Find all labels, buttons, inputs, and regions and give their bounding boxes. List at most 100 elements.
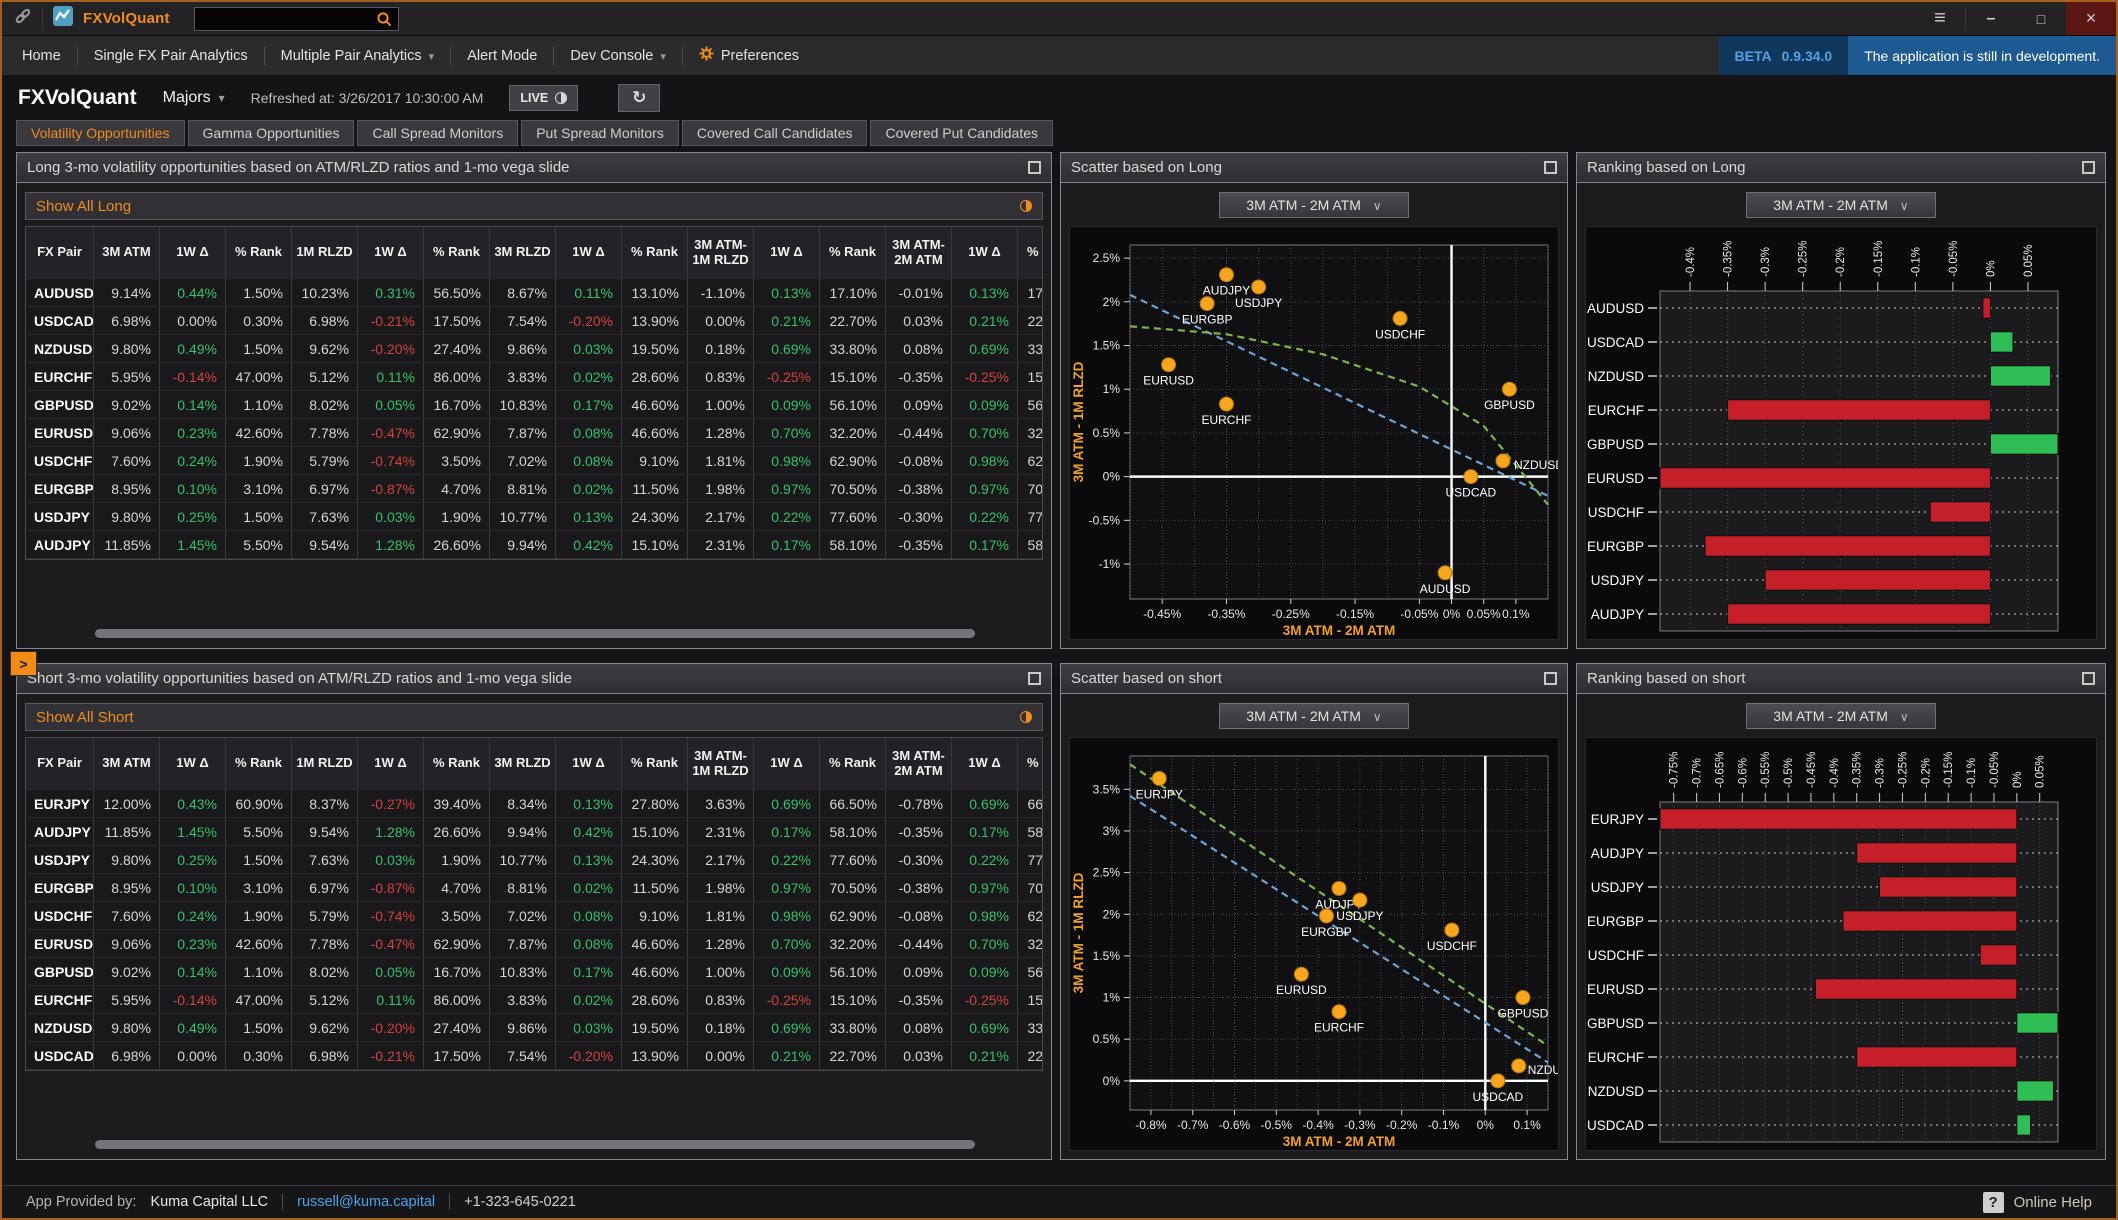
measure-dropdown[interactable]: 3M ATM - 2M ATM — [1219, 703, 1409, 729]
ranking-bar[interactable] — [1727, 603, 1991, 625]
ranking-bar[interactable] — [1815, 978, 2018, 1000]
table-row[interactable]: AUDJPY 11.85% 1.45% 5.50% 9.54% 1.28% 26.60% 9.… — [26, 531, 1042, 559]
tab-call-spread-monitors[interactable]: Call Spread Monitors — [357, 120, 519, 146]
maximize-panel-icon[interactable] — [1028, 161, 1041, 174]
ranking-bar[interactable] — [2016, 1114, 2032, 1136]
measure-dropdown[interactable]: 3M ATM - 2M ATM — [1746, 192, 1936, 218]
search-icon[interactable] — [376, 11, 393, 33]
column-header[interactable]: FX Pair — [26, 227, 94, 279]
column-header[interactable]: % Rank — [226, 738, 292, 790]
column-header[interactable]: % Rank — [424, 738, 490, 790]
refresh-button[interactable] — [618, 84, 661, 112]
scatter-point[interactable] — [1251, 279, 1267, 295]
nav-item-multiple-pair-analytics[interactable]: Multiple Pair Analytics — [273, 48, 443, 64]
ranking-bar[interactable] — [1727, 399, 1991, 421]
provider-email-link[interactable]: russell@kuma.capital — [297, 1194, 435, 1210]
ranking-bar[interactable] — [1879, 876, 2018, 898]
column-header[interactable]: 3M ATM — [94, 738, 160, 790]
column-header[interactable]: % Rank — [820, 227, 886, 279]
table-row[interactable]: USDCHF 7.60% 0.24% 1.90% 5.79% -0.74% 3.50% 7.0… — [26, 902, 1042, 930]
scatter-point[interactable] — [1352, 892, 1368, 908]
ranking-bar[interactable] — [1979, 944, 2018, 966]
scatter-point[interactable] — [1515, 990, 1531, 1006]
column-header[interactable]: 3M ATM — [94, 227, 160, 279]
maximize-button[interactable] — [2016, 2, 2066, 35]
minimize-button[interactable] — [1966, 2, 2016, 35]
table-row[interactable]: EURGBP 8.95% 0.10% 3.10% 6.97% -0.87% 4.70% 8.8… — [26, 475, 1042, 503]
scatter-point[interactable] — [1392, 310, 1408, 326]
scatter-point[interactable] — [1331, 1004, 1347, 1020]
table-row[interactable]: GBPUSD 9.02% 0.14% 1.10% 8.02% 0.05% 16.70% 10.… — [26, 958, 1042, 986]
online-help-link[interactable]: Online Help — [2014, 1194, 2092, 1211]
column-header[interactable]: % Rank — [622, 738, 688, 790]
universe-selector[interactable]: Majors — [163, 89, 225, 107]
table-row[interactable]: EURCHF 5.95% -0.14% 47.00% 5.12% 0.11% 86.00% 3… — [26, 986, 1042, 1014]
close-button[interactable] — [2066, 2, 2116, 35]
nav-item-preferences[interactable]: Preferences — [691, 46, 807, 65]
table-row[interactable]: USDJPY 9.80% 0.25% 1.50% 7.63% 0.03% 1.90% 10.7… — [26, 846, 1042, 874]
column-header[interactable]: 1W Δ — [160, 738, 226, 790]
tab-covered-call-candidates[interactable]: Covered Call Candidates — [681, 120, 868, 146]
horizontal-scrollbar[interactable] — [95, 1140, 975, 1149]
scatter-point[interactable] — [1495, 453, 1511, 469]
scatter-point[interactable] — [1331, 880, 1347, 896]
table-row[interactable]: EURUSD 9.06% 0.23% 42.60% 7.78% -0.47% 62.90% 7… — [26, 930, 1042, 958]
table-row[interactable]: USDCHF 7.60% 0.24% 1.90% 5.79% -0.74% 3.50% 7.0… — [26, 447, 1042, 475]
tab-gamma-opportunities[interactable]: Gamma Opportunities — [187, 120, 355, 146]
column-header[interactable]: FX Pair — [26, 738, 94, 790]
column-header[interactable]: 1W Δ — [160, 227, 226, 279]
scatter-point[interactable] — [1199, 296, 1215, 312]
ranking-bar[interactable] — [2016, 1012, 2059, 1034]
measure-dropdown[interactable]: 3M ATM - 2M ATM — [1746, 703, 1936, 729]
table-row[interactable]: USDCAD 6.98% 0.00% 0.30% 6.98% -0.21% 17.50% 7.… — [26, 307, 1042, 335]
scatter-point[interactable] — [1463, 469, 1479, 485]
ranking-bar[interactable] — [1929, 501, 1991, 523]
show-all-long-button[interactable]: Show All Long — [25, 192, 1043, 220]
ranking-bar[interactable] — [1842, 910, 2018, 932]
ranking-bar[interactable] — [1989, 331, 2014, 353]
scatter-point[interactable] — [1151, 770, 1167, 786]
column-header[interactable]: 1W Δ — [754, 738, 820, 790]
table-row[interactable]: NZDUSD 9.80% 0.49% 1.50% 9.62% -0.20% 27.40% 9.… — [26, 335, 1042, 363]
scatter-point[interactable] — [1437, 565, 1453, 581]
maximize-panel-icon[interactable] — [2082, 672, 2095, 685]
scatter-point[interactable] — [1511, 1058, 1527, 1074]
link-icon[interactable] — [14, 7, 32, 30]
scatter-point[interactable] — [1501, 381, 1517, 397]
show-all-short-button[interactable]: Show All Short — [25, 703, 1043, 731]
scatter-point[interactable] — [1293, 966, 1309, 982]
window-menu-icon[interactable] — [1915, 2, 1965, 35]
column-header[interactable]: 1W Δ — [754, 227, 820, 279]
ranking-bar[interactable] — [1659, 808, 2018, 830]
ranking-bar[interactable] — [1989, 365, 2051, 387]
maximize-panel-icon[interactable] — [1544, 672, 1557, 685]
column-header[interactable]: 1W Δ — [358, 227, 424, 279]
table-row[interactable]: EURGBP 8.95% 0.10% 3.10% 6.97% -0.87% 4.70% 8.8… — [26, 874, 1042, 902]
column-header[interactable]: 3M RLZD — [490, 738, 556, 790]
ranking-bar[interactable] — [1659, 467, 1991, 489]
tab-put-spread-monitors[interactable]: Put Spread Monitors — [521, 120, 679, 146]
column-header[interactable]: % Rank — [1018, 227, 1042, 279]
table-row[interactable]: NZDUSD 9.80% 0.49% 1.50% 9.62% -0.20% 27.40% 9.… — [26, 1014, 1042, 1042]
column-header[interactable]: 1W Δ — [556, 738, 622, 790]
table-row[interactable]: EURCHF 5.95% -0.14% 47.00% 5.12% 0.11% 86.00% 3… — [26, 363, 1042, 391]
column-header[interactable]: 1W Δ — [556, 227, 622, 279]
table-row[interactable]: EURUSD 9.06% 0.23% 42.60% 7.78% -0.47% 62.90% 7… — [26, 419, 1042, 447]
column-header[interactable]: 1W Δ — [952, 738, 1018, 790]
table-row[interactable]: AUDJPY 11.85% 1.45% 5.50% 9.54% 1.28% 26.60% 9.… — [26, 818, 1042, 846]
ranking-bar[interactable] — [1856, 842, 2018, 864]
maximize-panel-icon[interactable] — [2082, 161, 2095, 174]
nav-item-home[interactable]: Home — [14, 48, 69, 64]
table-row[interactable]: AUDUSD 9.14% 0.44% 1.50% 10.23% 0.31% 56.50% 8.… — [26, 279, 1042, 307]
ranking-bar[interactable] — [1764, 569, 1991, 591]
table-row[interactable]: GBPUSD 9.02% 0.14% 1.10% 8.02% 0.05% 16.70% 10.… — [26, 391, 1042, 419]
search-input[interactable] — [194, 7, 398, 30]
column-header[interactable]: 3M RLZD — [490, 227, 556, 279]
help-icon[interactable] — [1982, 1191, 2004, 1213]
scatter-point[interactable] — [1218, 267, 1234, 283]
column-header[interactable]: % Rank — [1018, 738, 1042, 790]
table-row[interactable]: USDCAD 6.98% 0.00% 0.30% 6.98% -0.21% 17.50% 7.… — [26, 1042, 1042, 1070]
column-header[interactable]: 1M RLZD — [292, 227, 358, 279]
ranking-bar[interactable] — [1704, 535, 1991, 557]
ranking-bar[interactable] — [1982, 297, 1991, 319]
